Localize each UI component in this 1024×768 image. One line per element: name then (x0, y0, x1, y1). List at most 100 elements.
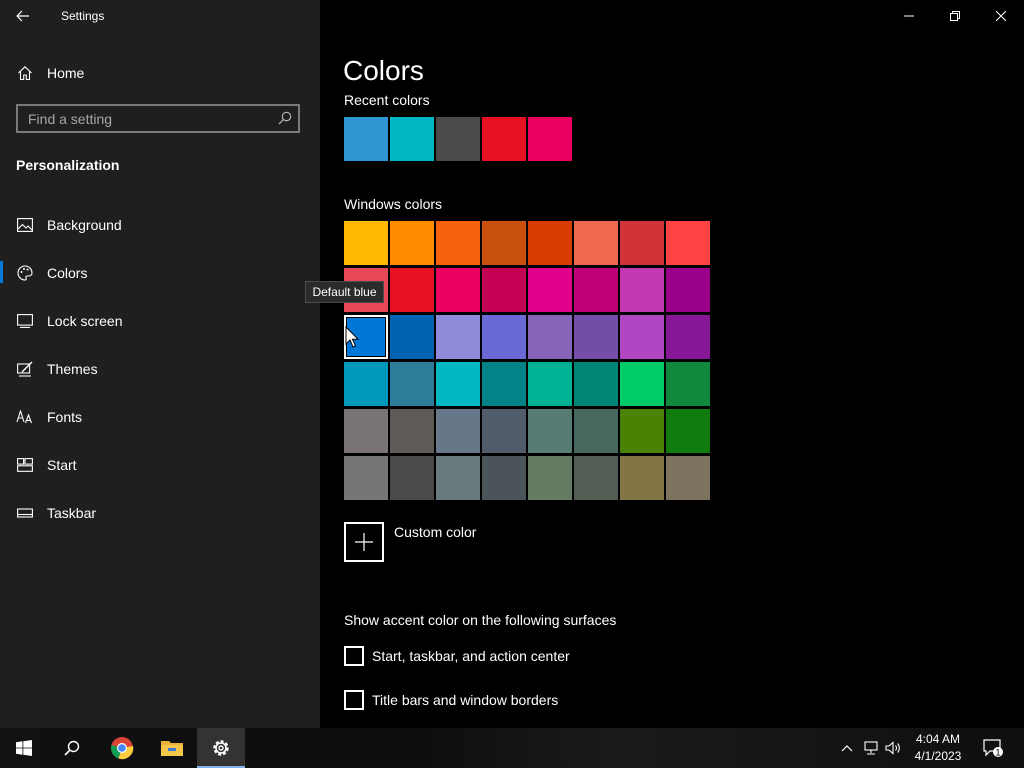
recent-color-swatch[interactable] (344, 117, 388, 161)
color-swatch[interactable] (574, 456, 618, 500)
back-button[interactable] (0, 0, 46, 32)
sidebar-item-colors[interactable]: Colors (16, 262, 87, 284)
search-box[interactable] (16, 104, 300, 133)
color-swatch[interactable] (574, 409, 618, 453)
show-hidden-icons-button[interactable] (836, 728, 858, 768)
sidebar-item-themes[interactable]: Themes (16, 358, 98, 380)
color-swatch[interactable] (574, 221, 618, 265)
search-input[interactable] (18, 106, 278, 131)
network-button[interactable] (860, 728, 882, 768)
sidebar-item-background[interactable]: Background (16, 214, 122, 236)
color-swatch[interactable] (482, 315, 526, 359)
color-swatch[interactable] (574, 362, 618, 406)
custom-color-button[interactable] (344, 522, 384, 562)
section-title: Personalization (16, 157, 120, 173)
color-swatch[interactable] (390, 409, 434, 453)
color-swatch[interactable] (666, 268, 710, 312)
color-swatch[interactable] (482, 456, 526, 500)
clock[interactable]: 4:04 AM 4/1/2023 (904, 731, 972, 765)
color-swatch[interactable] (666, 315, 710, 359)
start-button[interactable] (0, 728, 48, 768)
color-swatch[interactable] (528, 362, 572, 406)
search-icon[interactable] (278, 111, 292, 125)
recent-color-swatch[interactable] (390, 117, 434, 161)
app-title: Settings (61, 9, 105, 23)
recent-color-swatch[interactable] (482, 117, 526, 161)
color-swatch[interactable] (666, 362, 710, 406)
color-swatch[interactable] (666, 409, 710, 453)
color-swatch[interactable] (528, 221, 572, 265)
color-swatch[interactable] (528, 315, 572, 359)
volume-button[interactable] (882, 728, 904, 768)
notification-icon: 1 (983, 739, 1003, 757)
color-swatch[interactable] (482, 268, 526, 312)
color-swatch[interactable] (344, 409, 388, 453)
color-swatch[interactable] (436, 456, 480, 500)
recent-color-swatch[interactable] (436, 117, 480, 161)
color-swatch[interactable] (390, 268, 434, 312)
search-button[interactable] (48, 728, 96, 768)
color-swatch[interactable] (620, 409, 664, 453)
taskbar-icon (16, 504, 34, 522)
restore-icon (950, 11, 960, 21)
brush-icon (16, 360, 34, 378)
color-swatch[interactable] (620, 315, 664, 359)
image-icon (16, 216, 34, 234)
color-swatch[interactable] (620, 456, 664, 500)
color-swatch[interactable] (574, 268, 618, 312)
color-swatch[interactable] (390, 315, 434, 359)
sidebar-item-start[interactable]: Start (16, 454, 77, 476)
active-indicator (0, 261, 3, 283)
chrome-button[interactable] (98, 728, 146, 768)
sidebar-item-label: Lock screen (47, 313, 123, 329)
color-swatch[interactable] (528, 409, 572, 453)
windows-colors-label: Windows colors (344, 196, 443, 212)
action-center-button[interactable]: 1 (978, 728, 1008, 768)
color-swatch[interactable] (344, 456, 388, 500)
color-swatch[interactable] (528, 268, 572, 312)
recent-color-swatch[interactable] (528, 117, 572, 161)
sidebar-item-label: Themes (47, 361, 98, 377)
color-swatch[interactable] (482, 221, 526, 265)
clock-date: 4/1/2023 (914, 749, 962, 763)
sidebar-item-taskbar[interactable]: Taskbar (16, 502, 96, 524)
chrome-icon (111, 737, 134, 760)
page-title: Colors (343, 55, 424, 86)
color-swatch[interactable] (436, 268, 480, 312)
start-taskbar-checkbox-label: Start, taskbar, and action center (372, 648, 570, 664)
sidebar-item-label: Colors (47, 265, 88, 281)
start-taskbar-checkbox[interactable] (344, 646, 364, 666)
restore-button[interactable] (932, 0, 978, 32)
color-swatch[interactable] (436, 409, 480, 453)
sidebar-item-label: Taskbar (47, 505, 97, 521)
color-swatch[interactable] (390, 221, 434, 265)
sidebar-item-fonts[interactable]: Fonts (16, 406, 82, 428)
color-swatch[interactable] (436, 362, 480, 406)
nav-home[interactable]: Home (16, 62, 84, 84)
color-swatch[interactable] (482, 409, 526, 453)
fonts-icon (16, 408, 34, 426)
color-swatch[interactable] (390, 362, 434, 406)
color-swatch[interactable] (436, 221, 480, 265)
color-swatch[interactable] (436, 315, 480, 359)
settings-button[interactable] (197, 728, 245, 768)
file-explorer-button[interactable] (148, 728, 196, 768)
title-bars-checkbox[interactable] (344, 690, 364, 710)
sidebar-item-lock-screen[interactable]: Lock screen (16, 310, 122, 332)
minimize-button[interactable] (886, 0, 932, 32)
sidebar-item-label: Start (47, 457, 77, 473)
color-swatch[interactable] (666, 456, 710, 500)
color-swatch[interactable] (528, 456, 572, 500)
color-swatch[interactable] (574, 315, 618, 359)
taskbar: 4:04 AM 4/1/2023 1 (0, 728, 1024, 768)
color-swatch[interactable] (344, 362, 388, 406)
close-icon (996, 11, 1006, 21)
color-swatch[interactable] (390, 456, 434, 500)
color-swatch[interactable] (482, 362, 526, 406)
color-swatch[interactable] (620, 268, 664, 312)
color-swatch[interactable] (620, 362, 664, 406)
color-swatch[interactable] (666, 221, 710, 265)
close-button[interactable] (978, 0, 1024, 32)
color-swatch[interactable] (344, 221, 388, 265)
color-swatch[interactable] (620, 221, 664, 265)
